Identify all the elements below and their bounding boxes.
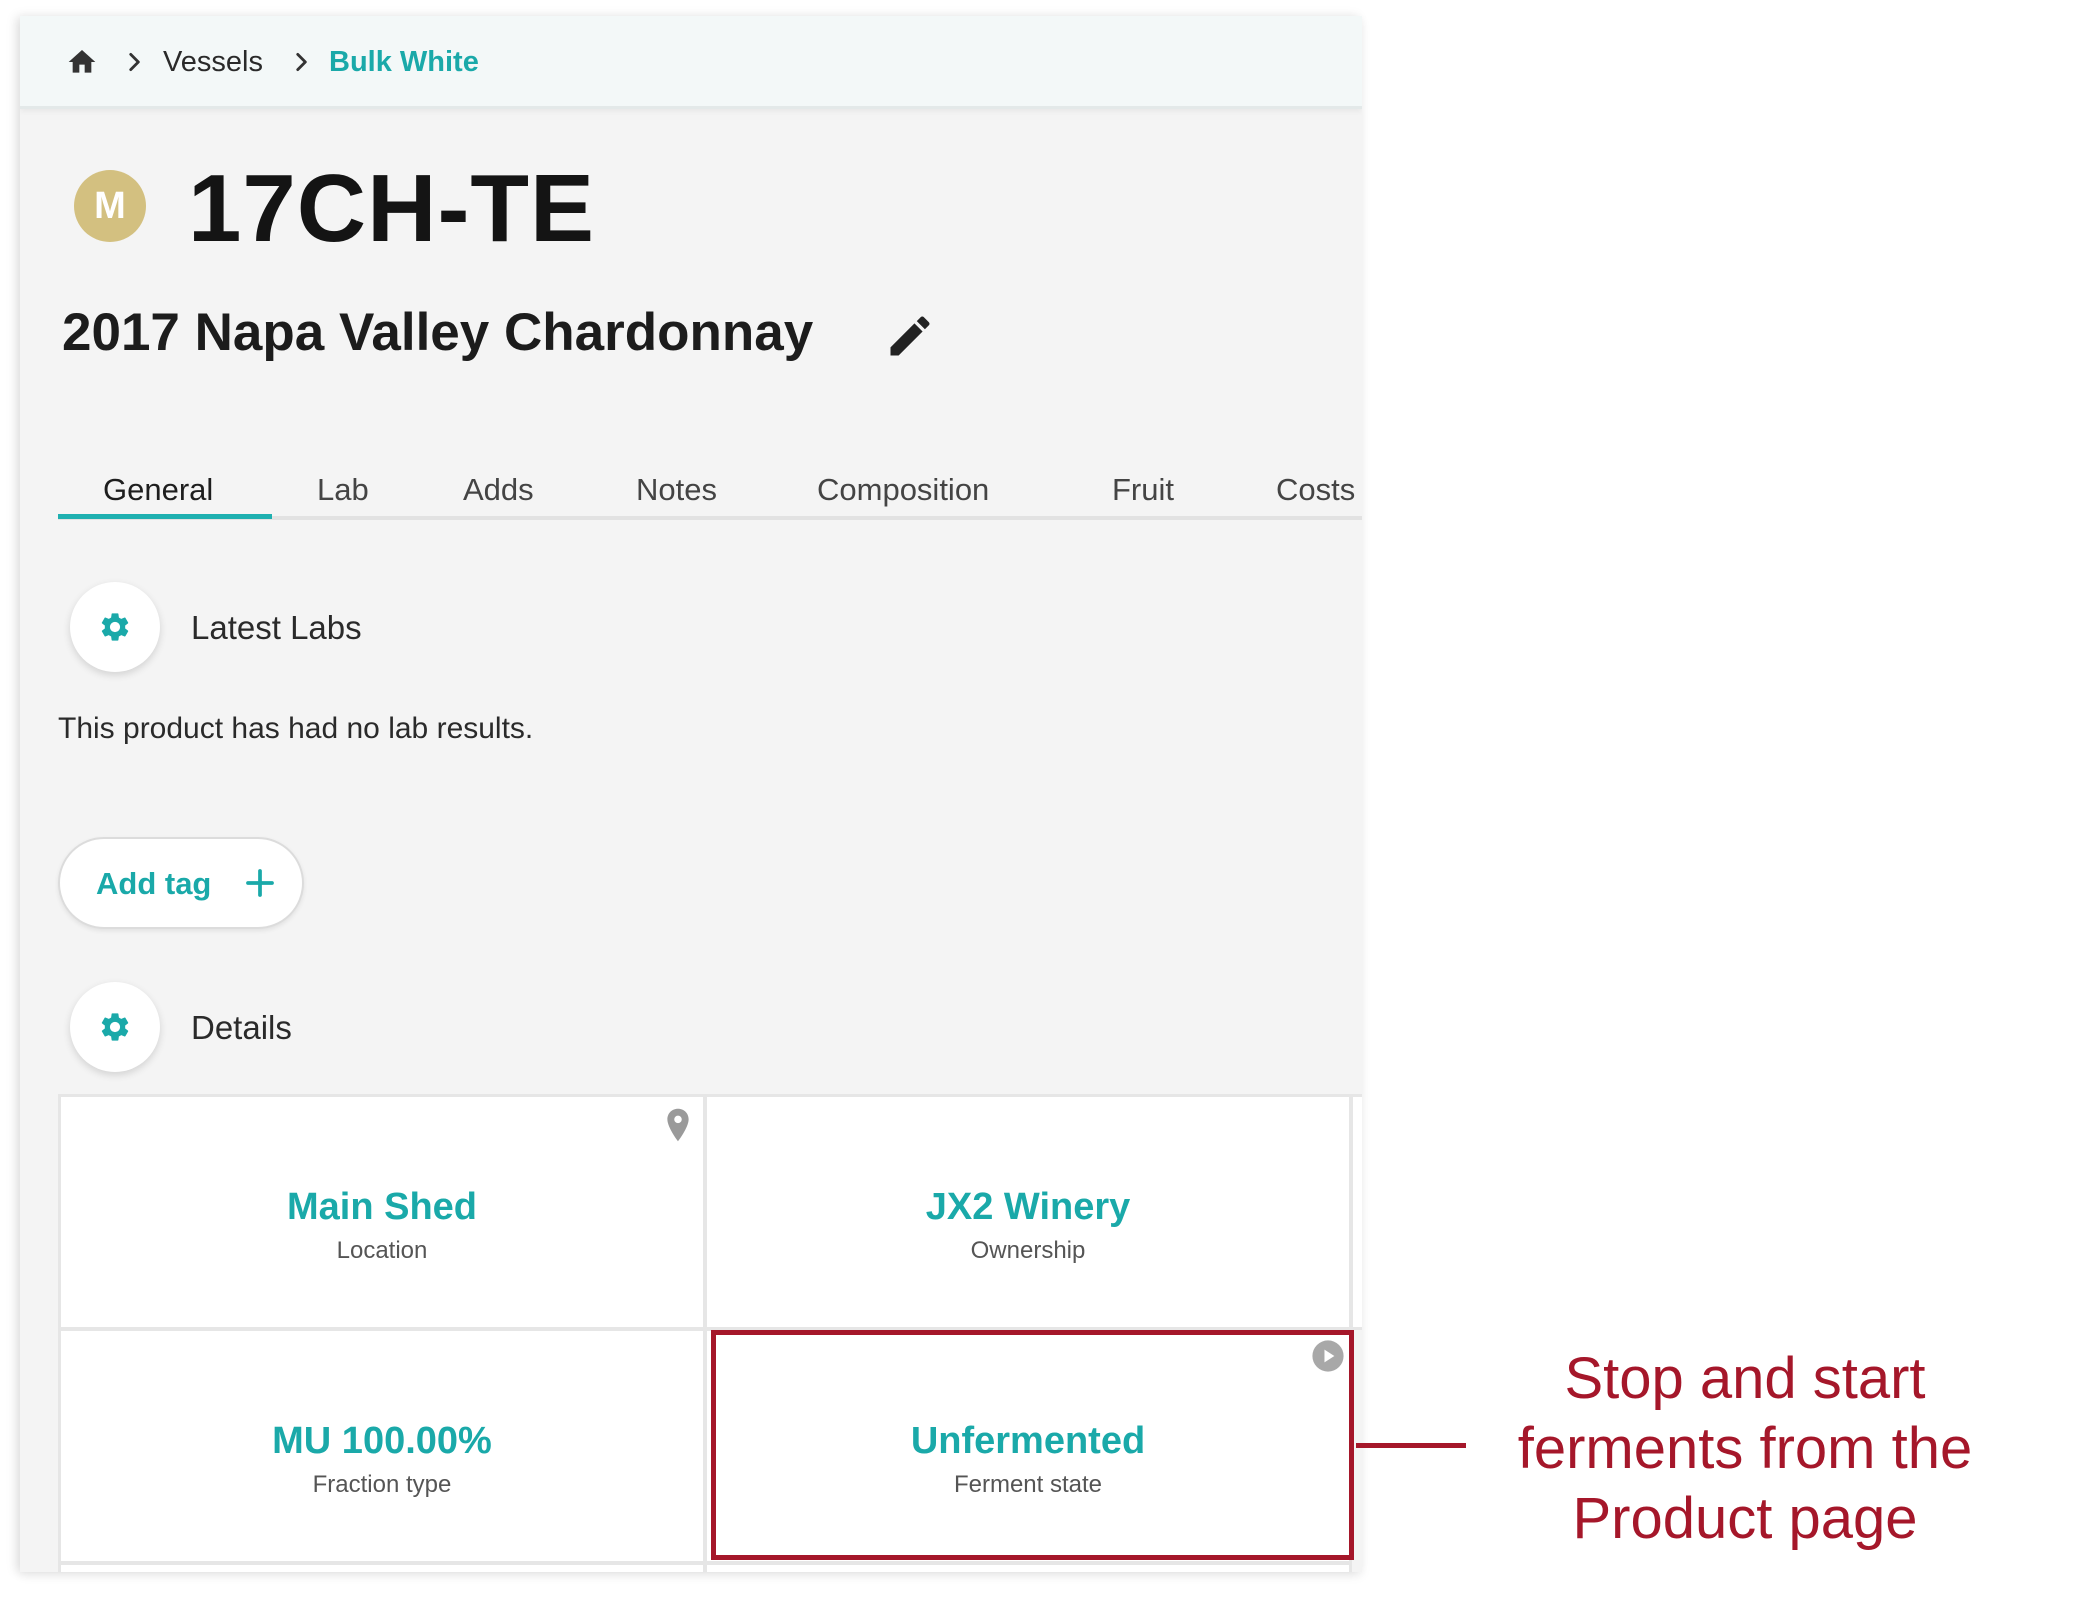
plus-icon: [246, 869, 274, 897]
latest-labs-title: Latest Labs: [191, 609, 362, 646]
map-pin-icon: [667, 1108, 689, 1142]
fraction-type-value: MU 100.00%: [272, 1420, 492, 1462]
detail-card-location[interactable]: Main Shed Location: [58, 1094, 706, 1330]
ferment-state-value: Unfermented: [910, 1420, 1146, 1462]
chevron-right-icon: [129, 53, 140, 71]
play-circle-icon[interactable]: [1311, 1339, 1345, 1373]
tab-fruit[interactable]: Fruit: [1112, 468, 1174, 512]
detail-card-partial: [1350, 1094, 1362, 1330]
add-tag-button[interactable]: Add tag: [58, 837, 304, 929]
detail-card-fraction-type[interactable]: MU 100.00% Fraction type: [58, 1328, 706, 1564]
ownership-value: JX2 Winery: [925, 1186, 1131, 1228]
detail-card-partial: [704, 1562, 1352, 1572]
chevron-right-icon: [296, 53, 307, 71]
tab-composition[interactable]: Composition: [817, 468, 989, 512]
latest-labs-settings-button[interactable]: [70, 582, 160, 672]
breadcrumb-vessels-link[interactable]: Vessels: [163, 42, 263, 82]
gear-icon: [101, 1013, 129, 1041]
tab-lab[interactable]: Lab: [317, 468, 369, 512]
tab-adds[interactable]: Adds: [463, 468, 534, 512]
fraction-type-label: Fraction type: [312, 1471, 452, 1498]
tab-general[interactable]: General: [103, 468, 213, 512]
add-tag-label: Add tag: [96, 866, 212, 901]
annotation-connector-line: [1356, 1443, 1466, 1448]
detail-card-partial: [58, 1562, 706, 1572]
latest-labs-empty-message: This product has had no lab results.: [58, 712, 534, 745]
annotation-callout-text: Stop and start ferments from the Product…: [1517, 1346, 1973, 1551]
location-label: Location: [336, 1237, 428, 1264]
product-name: 2017 Napa Valley Chardonnay: [62, 303, 814, 362]
home-icon[interactable]: [66, 46, 98, 78]
breadcrumb-current: Bulk White: [329, 46, 479, 78]
active-tab-indicator: [58, 514, 272, 519]
ownership-label: Ownership: [970, 1237, 1086, 1264]
gear-icon: [101, 613, 129, 641]
product-panel: Vessels Bulk White M 17CH-TE 2017 Napa V…: [20, 16, 1362, 1572]
tab-notes[interactable]: Notes: [636, 468, 717, 512]
ferment-state-label: Ferment state: [953, 1471, 1103, 1498]
avatar: M: [74, 170, 146, 242]
detail-card-ownership[interactable]: JX2 Winery Ownership: [704, 1094, 1352, 1330]
details-title: Details: [191, 1009, 292, 1046]
pencil-icon[interactable]: [884, 310, 936, 362]
breadcrumb: Vessels Bulk White: [20, 16, 1362, 109]
tab-costs[interactable]: Costs: [1276, 468, 1355, 512]
detail-card-ferment-state[interactable]: Unfermented Ferment state: [704, 1328, 1352, 1564]
page-title: 17CH-TE: [188, 155, 596, 262]
details-settings-button[interactable]: [70, 982, 160, 1072]
location-value: Main Shed: [286, 1186, 478, 1228]
